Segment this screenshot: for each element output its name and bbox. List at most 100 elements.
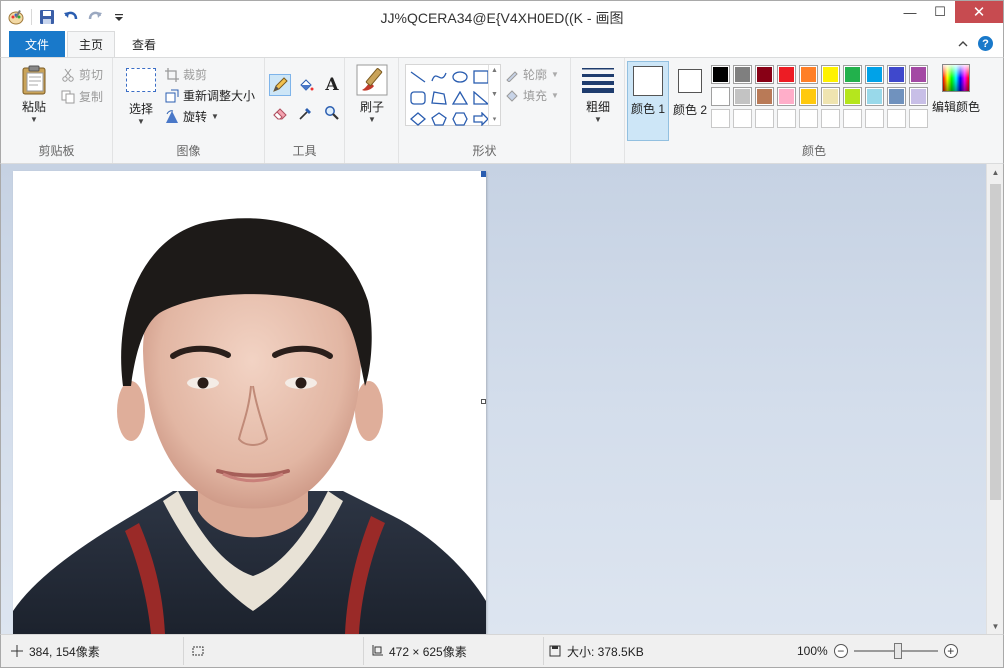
help-icon[interactable]: ? [978, 36, 993, 51]
palette-swatch[interactable] [711, 65, 730, 84]
palette-swatch[interactable] [821, 87, 840, 106]
palette-swatch[interactable] [711, 87, 730, 106]
vertical-scrollbar[interactable]: ▲ ▼ [986, 164, 1003, 634]
text-tool-icon[interactable]: A [321, 74, 343, 96]
tab-home[interactable]: 主页 [67, 31, 115, 57]
zoom-out-button[interactable]: − [833, 644, 848, 658]
select-dropdown-icon[interactable]: ▼ [137, 117, 145, 126]
polygon-shape-icon[interactable] [429, 88, 449, 107]
copy-button[interactable]: 复制 [61, 88, 103, 105]
tab-view[interactable]: 查看 [119, 31, 169, 57]
palette-swatch[interactable] [821, 65, 840, 84]
magnifier-icon[interactable] [321, 102, 343, 124]
custom-color-slot[interactable] [733, 109, 752, 128]
palette-swatch[interactable] [799, 87, 818, 106]
custom-color-slot[interactable] [821, 109, 840, 128]
custom-color-slot[interactable] [865, 109, 884, 128]
status-separator [183, 637, 184, 665]
oval-shape-icon[interactable] [450, 67, 470, 86]
resize-button[interactable]: 重新调整大小 [165, 87, 255, 104]
rotate-dropdown-icon[interactable]: ▼ [211, 112, 219, 121]
paste-button[interactable]: 粘贴 ▼ [13, 64, 55, 124]
palette-swatch[interactable] [777, 65, 796, 84]
triangle-shape-icon[interactable] [450, 88, 470, 107]
shapes-group-label: 形状 [472, 144, 497, 158]
diamond-shape-icon[interactable] [408, 109, 428, 128]
zoom-in-button[interactable]: + [943, 644, 958, 658]
size-button[interactable]: 粗细 ▼ [577, 66, 619, 124]
scrollbar-thumb[interactable] [990, 184, 1001, 500]
line-shape-icon[interactable] [408, 67, 428, 86]
outline-dropdown-icon[interactable]: ▼ [551, 70, 559, 79]
size-dropdown-icon[interactable]: ▼ [594, 115, 602, 124]
tools-group: A 工具 [265, 58, 345, 163]
custom-color-slot[interactable] [909, 109, 928, 128]
palette-swatch[interactable] [909, 65, 928, 84]
paste-icon [22, 65, 46, 95]
palette-swatch[interactable] [887, 65, 906, 84]
resize-handle-right[interactable] [481, 399, 486, 404]
palette-swatch[interactable] [755, 87, 774, 106]
curve-shape-icon[interactable] [429, 67, 449, 86]
palette-swatch[interactable] [777, 87, 796, 106]
shapes-scroll[interactable]: ▲ ▼ ▾ [488, 65, 500, 125]
drawing-canvas[interactable] [13, 171, 486, 634]
shapes-scroll-down-icon[interactable]: ▼ [491, 91, 498, 98]
edit-colors-button[interactable]: 编辑颜色 [931, 64, 981, 115]
paste-dropdown-icon[interactable]: ▼ [30, 115, 38, 124]
rounded-rectangle-shape-icon[interactable] [408, 88, 428, 107]
eraser-icon[interactable] [269, 102, 291, 124]
custom-color-slot[interactable] [777, 109, 796, 128]
palette-swatch[interactable] [865, 65, 884, 84]
custom-color-slot[interactable] [711, 109, 730, 128]
scroll-down-icon[interactable]: ▼ [987, 618, 1003, 634]
outline-button[interactable]: 轮廓 ▼ [505, 66, 559, 83]
select-button[interactable]: 选择 ▼ [121, 68, 161, 126]
shapes-expand-icon[interactable]: ▾ [493, 115, 497, 123]
scroll-up-icon[interactable]: ▲ [987, 164, 1003, 180]
edit-colors-label: 编辑颜色 [931, 100, 980, 114]
palette-swatch[interactable] [799, 65, 818, 84]
palette-swatch[interactable] [733, 87, 752, 106]
selection-size [191, 641, 205, 661]
palette-swatch[interactable] [755, 65, 774, 84]
fill-button[interactable]: 填充 ▼ [505, 87, 559, 104]
color-picker-icon[interactable] [295, 102, 317, 124]
pentagon-shape-icon[interactable] [429, 109, 449, 128]
palette-swatch[interactable] [733, 65, 752, 84]
zoom-slider[interactable] [853, 643, 938, 659]
palette-swatch-color [911, 67, 926, 82]
color1-button[interactable]: 颜色 1 [627, 61, 669, 141]
cut-button[interactable]: 剪切 [61, 66, 103, 83]
close-button[interactable]: ✕ [955, 1, 1003, 23]
minimize-button[interactable]: — [895, 1, 925, 23]
maximize-button[interactable]: ☐ [925, 1, 955, 23]
zoom-slider-thumb[interactable] [893, 643, 902, 659]
tab-file[interactable]: 文件 [9, 31, 65, 57]
tools-group-label: 工具 [292, 144, 317, 158]
status-separator [363, 637, 364, 665]
palette-swatch[interactable] [843, 65, 862, 84]
fill-dropdown-icon[interactable]: ▼ [551, 91, 559, 100]
pencil-tool-icon[interactable] [269, 74, 291, 96]
palette-swatch[interactable] [909, 87, 928, 106]
hexagon-shape-icon[interactable] [450, 109, 470, 128]
rotate-label: 旋转 [183, 110, 208, 124]
shapes-scroll-up-icon[interactable]: ▲ [491, 67, 498, 74]
palette-swatch[interactable] [865, 87, 884, 106]
custom-color-slot[interactable] [799, 109, 818, 128]
color2-button[interactable]: 颜色 2 [671, 61, 709, 141]
resize-handle-corner[interactable] [481, 171, 486, 177]
palette-swatch[interactable] [887, 87, 906, 106]
palette-swatch[interactable] [843, 87, 862, 106]
brushes-button[interactable]: 刷子 ▼ [352, 64, 392, 124]
palette-swatch-color [845, 89, 860, 104]
custom-color-slot[interactable] [843, 109, 862, 128]
collapse-ribbon-icon[interactable] [958, 40, 968, 48]
crop-button[interactable]: 裁剪 [165, 66, 207, 83]
fill-bucket-icon[interactable] [295, 74, 317, 96]
brushes-dropdown-icon[interactable]: ▼ [368, 115, 376, 124]
custom-color-slot[interactable] [887, 109, 906, 128]
custom-color-slot[interactable] [755, 109, 774, 128]
rotate-button[interactable]: 旋转 ▼ [165, 108, 219, 125]
